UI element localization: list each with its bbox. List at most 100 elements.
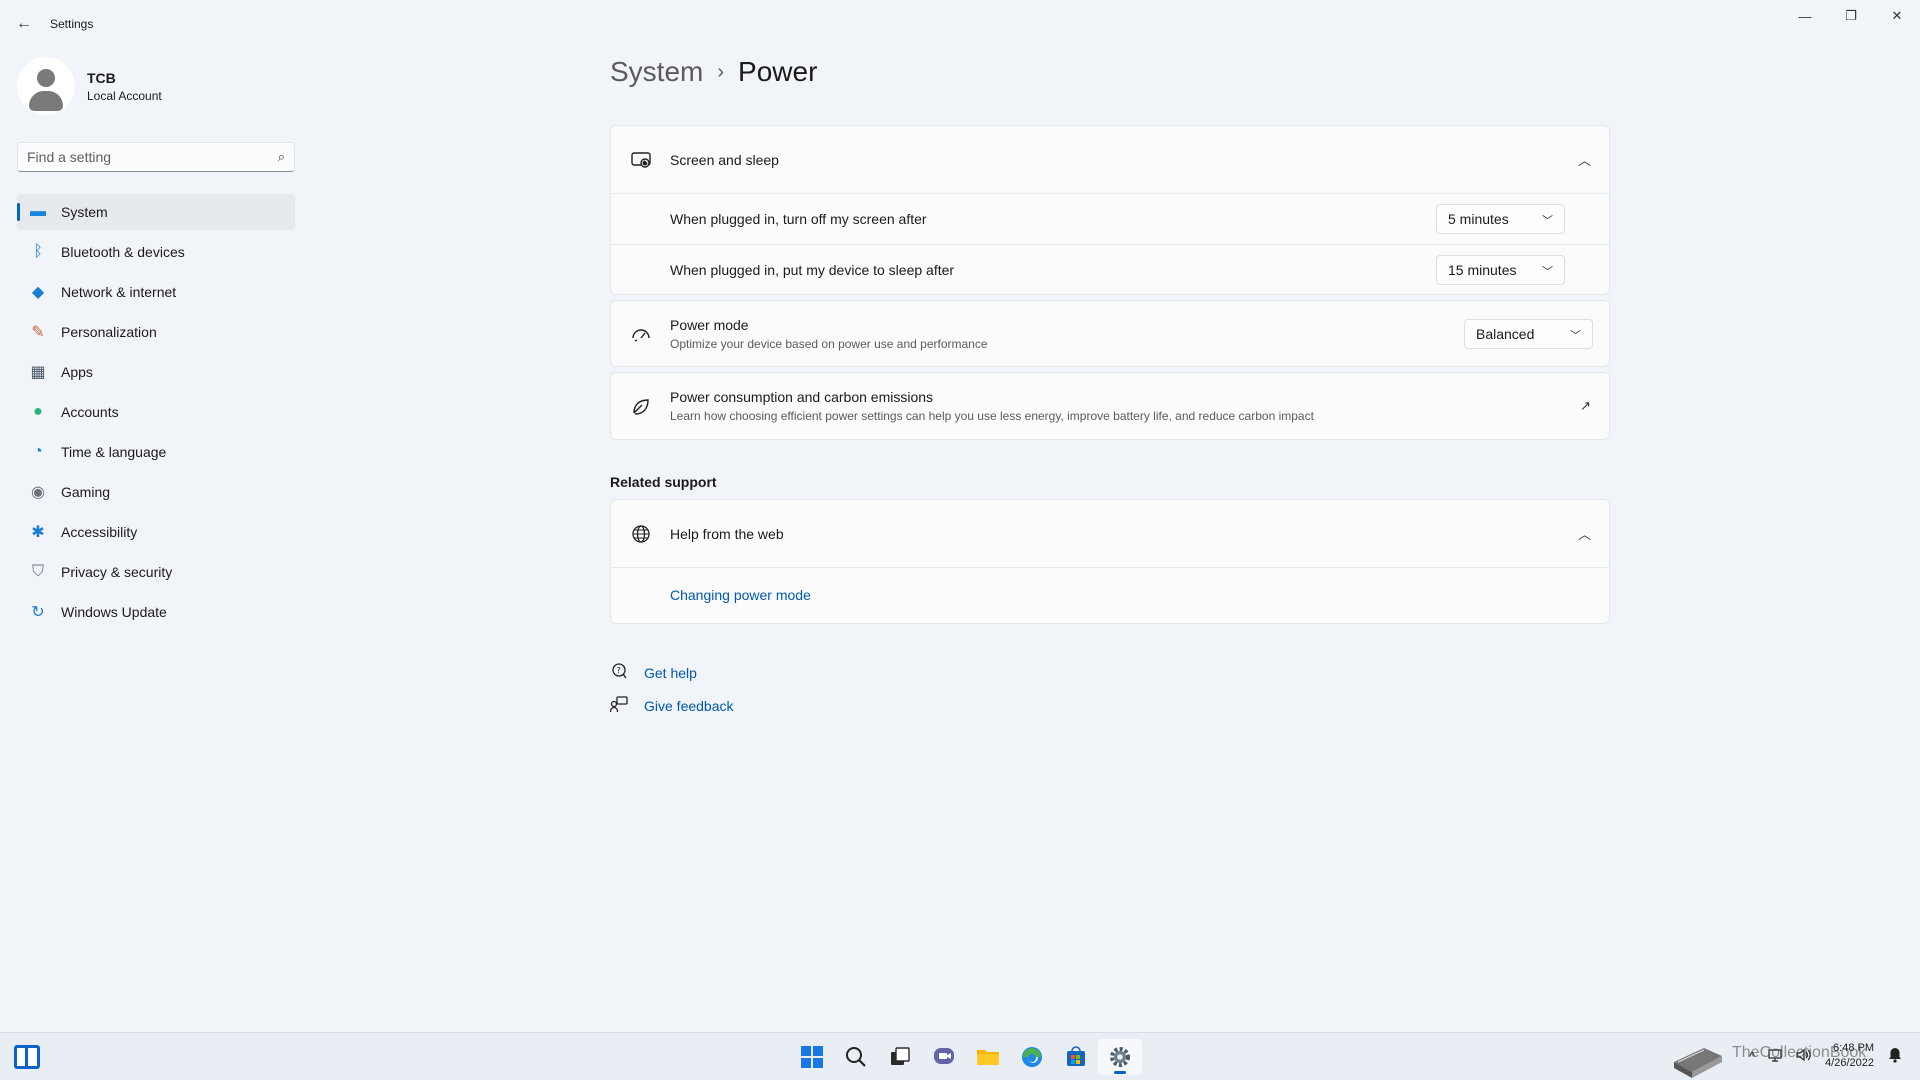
power-mode-dropdown[interactable]: Balanced ﹀ — [1464, 318, 1593, 349]
related-support-heading: Related support — [610, 474, 717, 490]
store-button[interactable] — [1054, 1039, 1098, 1075]
window-controls: — ❐ ✕ — [1782, 0, 1920, 32]
profile-name: TCB — [87, 69, 116, 86]
chevron-up-icon[interactable]: ︿ — [1578, 524, 1591, 543]
sidebar-item-apps[interactable]: ▦ Apps — [17, 354, 295, 390]
leaf-icon — [629, 394, 653, 418]
minimize-icon: — — [1798, 8, 1812, 24]
power-mode-row: Power mode Optimize your device based on… — [611, 301, 1609, 366]
sidebar-item-label: Accounts — [61, 404, 119, 420]
search-input[interactable] — [27, 143, 257, 171]
close-icon: ✕ — [1891, 8, 1903, 23]
search-icon[interactable]: ⌕ — [278, 149, 285, 165]
footer-help-links: ? Get help Give feedback — [609, 656, 734, 722]
notification-bell-icon[interactable] — [1888, 1047, 1902, 1066]
back-button[interactable]: ← — [12, 12, 36, 36]
sidebar-item-label: Network & internet — [61, 284, 177, 300]
sidebar-item-accessibility[interactable]: ✱ Accessibility — [17, 514, 295, 550]
restore-icon: ❐ — [1845, 8, 1857, 23]
sidebar-item-label: Apps — [61, 364, 93, 380]
edge-button[interactable] — [1010, 1039, 1054, 1075]
avatar-body — [29, 91, 63, 111]
screen-timeout-dropdown[interactable]: 5 minutes ﹀ — [1436, 204, 1565, 234]
sidebar-item-label: Accessibility — [61, 524, 138, 540]
chat-button[interactable] — [922, 1039, 966, 1075]
back-arrow-icon: ← — [16, 15, 32, 32]
file-explorer-button[interactable] — [966, 1039, 1010, 1075]
maximize-button[interactable]: ❐ — [1828, 0, 1874, 32]
screen-sleep-text: Screen and sleep — [670, 152, 779, 168]
sidebar-item-privacy-security[interactable]: ⛉ Privacy & security — [17, 554, 295, 590]
windows-logo-icon — [801, 1046, 823, 1068]
help-link-row: Changing power mode — [611, 568, 1609, 623]
give-feedback-item[interactable]: Give feedback — [609, 689, 734, 722]
close-button[interactable]: ✕ — [1874, 0, 1920, 32]
feedback-icon — [609, 695, 630, 716]
screen-sleep-header[interactable]: Screen and sleep ︿ — [611, 126, 1609, 194]
gamepad-icon: ◉ — [31, 484, 45, 501]
get-help-link[interactable]: Get help — [644, 665, 697, 681]
external-link-icon[interactable]: ↗ — [1580, 398, 1591, 414]
task-view-button[interactable] — [878, 1039, 922, 1075]
shield-icon: ⛉ — [31, 563, 44, 580]
store-icon — [1067, 1046, 1085, 1066]
sidebar-item-bluetooth-devices[interactable]: ᛒ Bluetooth & devices — [17, 234, 295, 270]
accessibility-icon: ✱ — [31, 524, 45, 541]
settings-window: ← Settings — ❐ ✕ TCB Local Account ⌕ ▬ Sy… — [0, 0, 1920, 1032]
sleep-timeout-label: When plugged in, put my device to sleep … — [670, 262, 955, 278]
changing-power-mode-link[interactable]: Changing power mode — [670, 587, 811, 603]
get-help-item[interactable]: ? Get help — [610, 656, 734, 689]
avatar — [17, 57, 75, 115]
chevron-up-icon[interactable]: ︿ — [1578, 150, 1591, 169]
bluetooth-icon: ᛒ — [33, 243, 43, 260]
power-mode-title: Power mode — [670, 316, 749, 333]
profile-account-type: Local Account — [87, 88, 162, 103]
svg-text:?: ? — [617, 666, 621, 675]
clock-globe-icon: ◔ — [33, 443, 43, 460]
sidebar-item-network-internet[interactable]: ◆ Network & internet — [17, 274, 295, 310]
avatar-head — [37, 69, 55, 87]
screen-timeout-text: When plugged in, turn off my screen afte… — [670, 211, 927, 227]
profile-text: TCB Local Account — [87, 70, 162, 103]
screen-sleep-card: Screen and sleep ︿ When plugged in, turn… — [610, 125, 1610, 295]
page-title: Power — [738, 56, 818, 87]
sidebar-item-accounts[interactable]: ● Accounts — [17, 394, 295, 430]
carbon-text: Power consumption and carbon emissions L… — [670, 389, 1314, 423]
give-feedback-link[interactable]: Give feedback — [644, 698, 734, 714]
carbon-card[interactable]: Power consumption and carbon emissions L… — [610, 372, 1610, 440]
sleep-timeout-value: 15 minutes — [1448, 262, 1517, 278]
person-icon: ● — [33, 403, 43, 420]
settings-taskbar-button[interactable] — [1098, 1039, 1142, 1075]
sidebar-item-system[interactable]: ▬ System — [17, 194, 295, 230]
search-box: ⌕ — [17, 142, 295, 172]
sidebar-item-time-language[interactable]: ◔ Time & language — [17, 434, 295, 470]
screen-timeout-row: When plugged in, turn off my screen afte… — [611, 194, 1609, 245]
sidebar-item-personalization[interactable]: ✎ Personalization — [17, 314, 295, 350]
help-chat-icon: ? — [610, 662, 630, 683]
sidebar-item-gaming[interactable]: ◉ Gaming — [17, 474, 295, 510]
sleep-timeout-dropdown[interactable]: 15 minutes ﹀ — [1436, 255, 1565, 285]
help-text: Help from the web — [670, 526, 784, 542]
sidebar-item-windows-update[interactable]: ↻ Windows Update — [17, 594, 295, 630]
start-button[interactable] — [790, 1039, 834, 1075]
help-header[interactable]: Help from the web ︿ — [611, 500, 1609, 568]
update-icon: ↻ — [31, 604, 45, 621]
sidebar-item-label: Privacy & security — [61, 564, 173, 580]
wifi-icon: ◆ — [31, 284, 45, 301]
carbon-title: Power consumption and carbon emissions — [670, 389, 934, 405]
screen-timeout-value: 5 minutes — [1448, 211, 1509, 227]
minimize-button[interactable]: — — [1782, 0, 1828, 32]
breadcrumb-parent[interactable]: System — [610, 56, 703, 88]
sidebar-item-label: Windows Update — [61, 604, 167, 620]
user-profile[interactable]: TCB Local Account — [17, 57, 162, 115]
help-title: Help from the web — [670, 525, 784, 542]
window-title: Settings — [50, 17, 94, 31]
carbon-description: Learn how choosing efficient power setti… — [670, 409, 1314, 423]
search-icon — [846, 1047, 866, 1067]
task-view-icon — [891, 1047, 910, 1065]
widgets-icon[interactable] — [14, 1045, 40, 1069]
carbon-row[interactable]: Power consumption and carbon emissions L… — [611, 373, 1609, 439]
sleep-timeout-text: When plugged in, put my device to sleep … — [670, 262, 954, 278]
taskbar: ^ 6:48 PM 4/26/2022 — [0, 1032, 1920, 1080]
taskbar-search-button[interactable] — [834, 1039, 878, 1075]
